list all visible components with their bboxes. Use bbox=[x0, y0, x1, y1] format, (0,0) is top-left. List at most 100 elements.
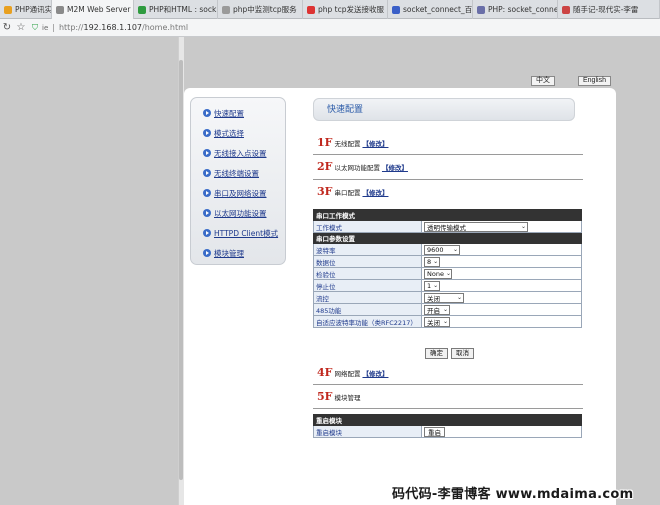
stop-bits-select[interactable]: 1 ⌄ bbox=[424, 280, 440, 291]
section-number: 3F bbox=[317, 185, 333, 198]
sidebar-item-serial-network[interactable]: 串口及网络设置 bbox=[203, 183, 285, 203]
section-ethernet: 2F 以太网功能配置 【修改】 bbox=[313, 160, 583, 173]
work-mode-cell: 透明传输模式 ⌄ bbox=[421, 220, 582, 233]
restart-header: 重启模块 bbox=[313, 414, 582, 426]
url-divider: | bbox=[52, 23, 55, 32]
table-header-row: 重启模块 bbox=[313, 414, 582, 426]
rs485-cell: 开启 ⌄ bbox=[421, 303, 582, 316]
tab-favicon-icon bbox=[477, 5, 485, 14]
auto-baud-select[interactable]: 关闭 ⌄ bbox=[424, 316, 450, 327]
sidebar-item-label: 以太网功能设置 bbox=[214, 208, 267, 218]
bookmark-star-icon[interactable]: ☆ bbox=[14, 22, 28, 33]
tab-title: php中监测tcp服务 bbox=[233, 5, 297, 14]
tab-title: M2M Web Server bbox=[67, 5, 131, 14]
tab-favicon-icon bbox=[307, 5, 315, 14]
data-bits-select[interactable]: 8 ⌄ bbox=[424, 256, 440, 267]
sidebar-item-sta-settings[interactable]: 无线终端设置 bbox=[203, 163, 285, 183]
table-row: 工作模式 透明传输模式 ⌄ bbox=[313, 220, 582, 233]
sidebar-item-httpd-client[interactable]: HTTPD Client模式 bbox=[203, 223, 285, 243]
parity-cell: None ⌄ bbox=[421, 267, 582, 280]
select-value: 关闭 bbox=[427, 318, 440, 327]
scrollbar-thumb[interactable] bbox=[179, 60, 183, 480]
tab-favicon-icon bbox=[56, 5, 64, 14]
secure-shield-icon: ⛉ bbox=[32, 22, 38, 32]
tab-favicon-icon bbox=[138, 5, 146, 14]
section-module: 5F 模块管理 bbox=[313, 390, 583, 403]
section-label: 无线配置 bbox=[334, 140, 361, 148]
sidebar-item-label: 模式选择 bbox=[214, 128, 244, 138]
serial-params-header: 串口参数设置 bbox=[313, 232, 582, 244]
sidebar-item-label: 快速配置 bbox=[214, 108, 244, 118]
sidebar-item-label: 模块管理 bbox=[214, 248, 244, 258]
browser-tab[interactable]: 随手记-现代实-李雷 bbox=[558, 0, 660, 19]
sidebar-item-label: 串口及网络设置 bbox=[214, 188, 267, 198]
table-header-row: 串口参数设置 bbox=[313, 232, 582, 244]
work-mode-select[interactable]: 透明传输模式 ⌄ bbox=[424, 221, 528, 232]
sidebar-item-mode-select[interactable]: 模式选择 bbox=[203, 123, 285, 143]
rs485-label: 485功能 bbox=[313, 303, 422, 316]
parity-select[interactable]: None ⌄ bbox=[424, 268, 452, 279]
edit-serial-link[interactable]: 【修改】 bbox=[362, 187, 388, 197]
sidebar-item-label: 无线终端设置 bbox=[214, 168, 259, 178]
arrow-right-icon bbox=[203, 229, 211, 237]
lang-chinese-button[interactable]: 中文 bbox=[531, 76, 555, 86]
baud-rate-cell: 9600 ⌄ bbox=[421, 243, 582, 256]
select-value: None bbox=[427, 269, 444, 278]
rs485-select[interactable]: 开启 ⌄ bbox=[424, 304, 450, 315]
lang-english-button[interactable]: English bbox=[578, 76, 611, 86]
cancel-button[interactable]: 取消 bbox=[451, 348, 474, 359]
table-row: 重启模块 重启 bbox=[313, 425, 582, 438]
restart-button[interactable]: 重启 bbox=[424, 426, 445, 437]
sidebar-item-ap-settings[interactable]: 无线接入点设置 bbox=[203, 143, 285, 163]
refresh-icon[interactable]: ↻ bbox=[0, 22, 14, 33]
data-bits-label: 数据位 bbox=[313, 255, 422, 268]
chevron-down-icon: ⌄ bbox=[442, 306, 448, 313]
stop-bits-label: 停止位 bbox=[313, 279, 422, 292]
table-row: 检验位 None ⌄ bbox=[313, 267, 582, 280]
chevron-down-icon: ⌄ bbox=[520, 223, 526, 230]
serial-mode-header: 串口工作模式 bbox=[313, 209, 582, 221]
data-bits-cell: 8 ⌄ bbox=[421, 255, 582, 268]
url-prefix: http:// bbox=[58, 23, 84, 32]
restart-table: 重启模块 重启模块 重启 bbox=[313, 414, 582, 438]
browser-tab[interactable]: socket_connect_百 bbox=[388, 0, 473, 19]
tab-favicon-icon bbox=[562, 5, 570, 14]
section-label: 串口配置 bbox=[334, 189, 361, 197]
section-label: 网络配置 bbox=[334, 370, 361, 378]
edit-network-link[interactable]: 【修改】 bbox=[362, 368, 388, 378]
url-text: http://192.168.1.107/home.html bbox=[59, 23, 188, 32]
sidebar-item-quick-config[interactable]: 快速配置 bbox=[203, 103, 285, 123]
flow-control-select[interactable]: 关闭 ⌄ bbox=[424, 292, 464, 303]
browser-tab[interactable]: php中监测tcp服务 bbox=[218, 0, 303, 19]
chevron-down-icon: ⌄ bbox=[456, 294, 462, 301]
select-value: 透明传输模式 bbox=[427, 223, 466, 232]
browser-tab[interactable]: php tcp发送接收服 bbox=[303, 0, 388, 19]
arrow-right-icon bbox=[203, 129, 211, 137]
divider bbox=[313, 179, 583, 180]
baud-rate-label: 波特率 bbox=[313, 243, 422, 256]
arrow-right-icon bbox=[203, 209, 211, 217]
browser-tab[interactable]: PHP和HTML : sock bbox=[134, 0, 218, 19]
browser-tab[interactable]: PHP: socket_connec bbox=[473, 0, 558, 19]
url-field[interactable]: ⛉ ie | http://192.168.1.107/home.html bbox=[32, 21, 660, 35]
sidebar-item-module-manage[interactable]: 模块管理 bbox=[203, 243, 285, 263]
sidebar-item-label: HTTPD Client模式 bbox=[214, 228, 279, 238]
url-path: /home.html bbox=[142, 23, 189, 32]
tab-favicon-icon bbox=[4, 5, 12, 14]
sidebar-item-ethernet[interactable]: 以太网功能设置 bbox=[203, 203, 285, 223]
tab-favicon-icon bbox=[392, 5, 400, 14]
baud-rate-select[interactable]: 9600 ⌄ bbox=[424, 244, 460, 255]
parity-label: 检验位 bbox=[313, 267, 422, 280]
edit-ethernet-link[interactable]: 【修改】 bbox=[382, 162, 408, 172]
confirm-button[interactable]: 确定 bbox=[425, 348, 448, 359]
browser-tab[interactable]: PHP通讯实例 bbox=[0, 0, 52, 19]
table-header-row: 串口工作模式 bbox=[313, 209, 582, 221]
edit-wireless-link[interactable]: 【修改】 bbox=[362, 138, 388, 148]
table-row: 485功能 开启 ⌄ bbox=[313, 303, 582, 316]
browser-tab[interactable]: M2M Web Server× bbox=[52, 0, 134, 19]
auto-baud-label: 自适应波特率功能（类RFC2217） bbox=[313, 315, 422, 328]
select-value: 开启 bbox=[427, 306, 440, 315]
section-number: 1F bbox=[317, 136, 333, 149]
table-row: 波特率 9600 ⌄ bbox=[313, 243, 582, 256]
arrow-right-icon bbox=[203, 109, 211, 117]
